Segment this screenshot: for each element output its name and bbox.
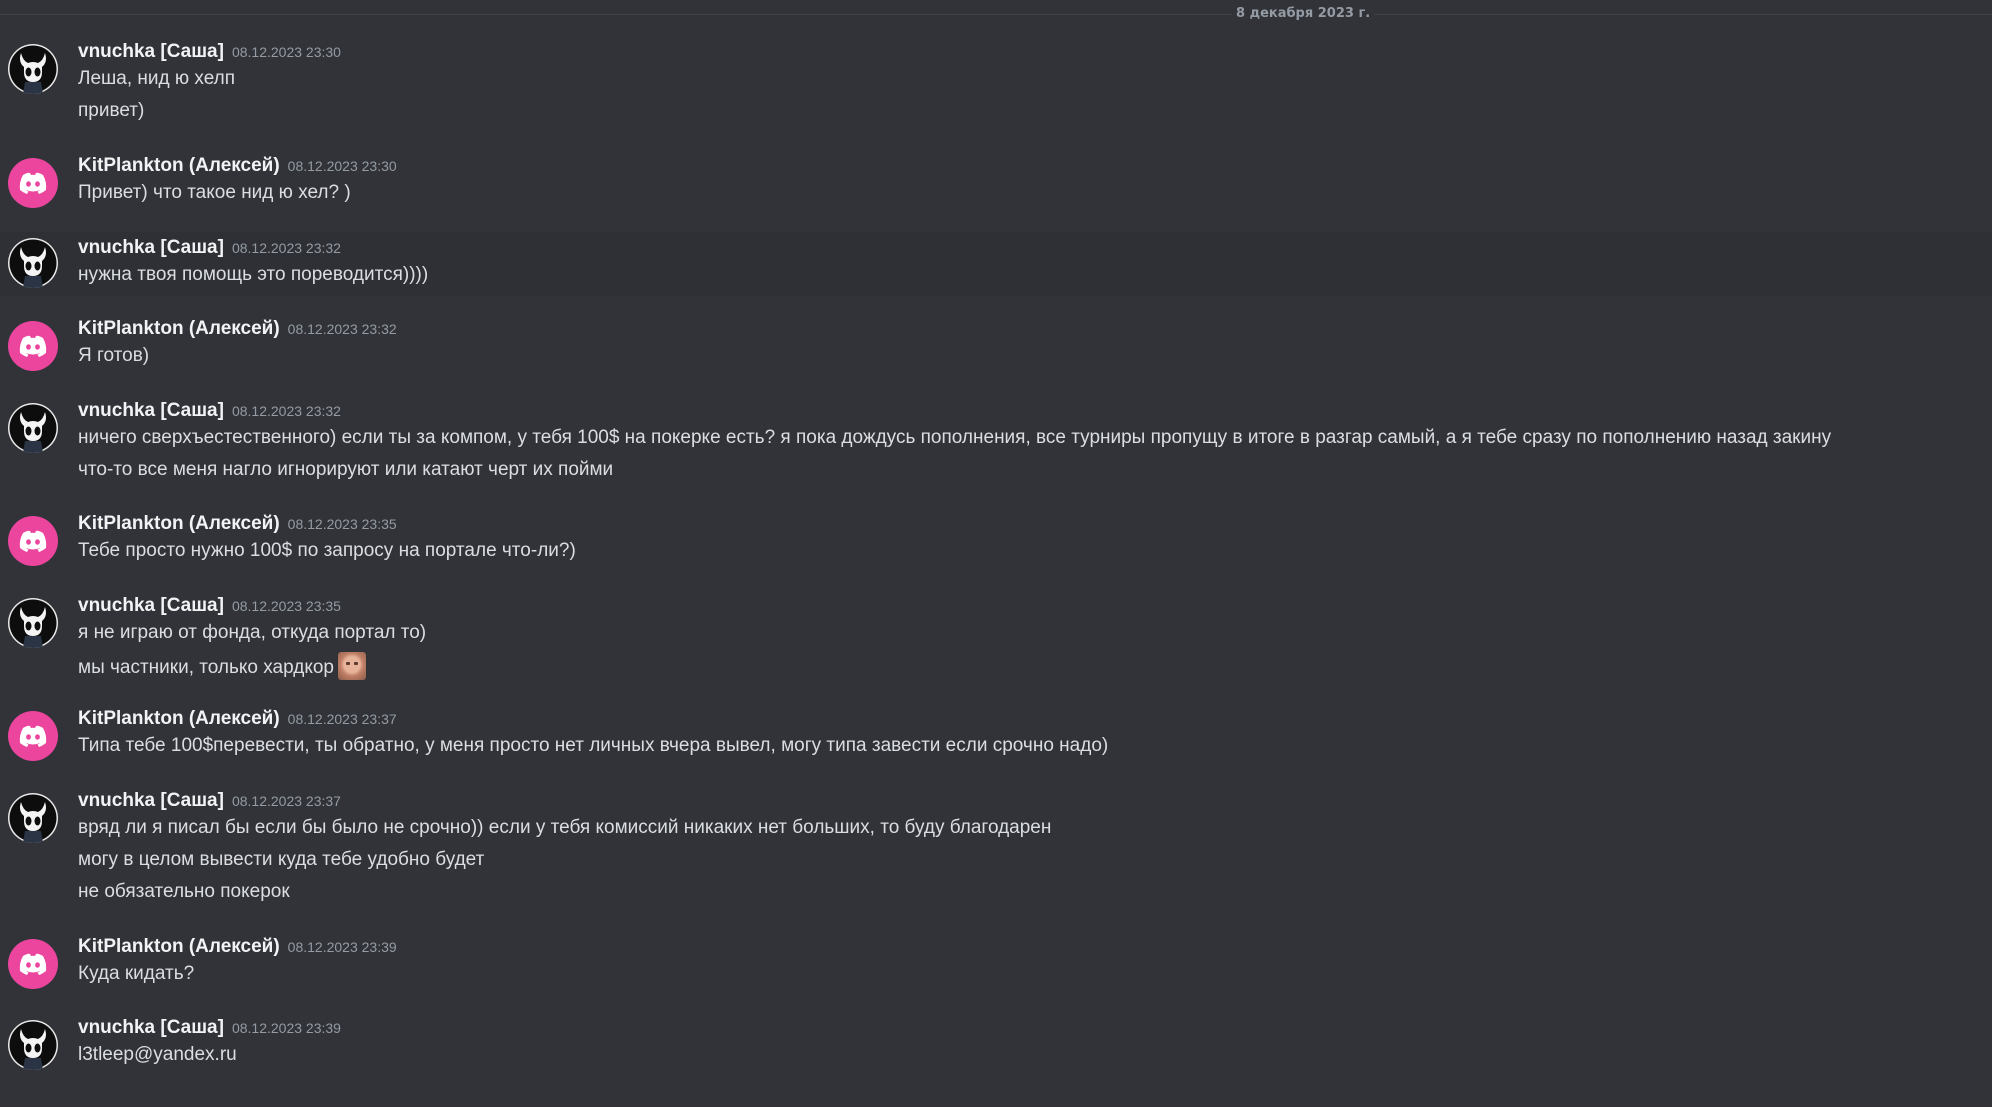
message[interactable]: vnuchka [Саша] 08.12.2023 23:32 ничего св… [0, 395, 1992, 491]
message-timestamp[interactable]: 08.12.2023 23:35 [232, 598, 341, 614]
hollow-knight-icon [20, 607, 46, 648]
message[interactable]: vnuchka [Саша] 08.12.2023 23:35 я не игра… [0, 590, 1992, 686]
message[interactable]: vnuchka [Саша] 08.12.2023 23:30 Леша, нид… [0, 36, 1992, 132]
message-author[interactable]: vnuchka [Саша] [78, 41, 224, 62]
avatar[interactable] [8, 238, 58, 288]
avatar[interactable] [8, 44, 58, 94]
avatar[interactable] [8, 158, 58, 208]
message-author[interactable]: vnuchka [Саша] [78, 237, 224, 258]
avatar[interactable] [8, 321, 58, 371]
chat-messages: 8 декабря 2023 г. vnuchka [Саша] 08.12.20… [0, 0, 1992, 1107]
message-text: Леша, нид ю хелп [78, 68, 236, 89]
message-text: Я готов) [78, 345, 150, 366]
message[interactable]: KitPlankton (Алексей) 08.12.2023 23:30 Пр… [0, 150, 1992, 214]
message[interactable]: vnuchka [Саша] 08.12.2023 23:32 нужна тво… [0, 232, 1992, 296]
message-text: могу в целом вывести куда тебе удобно бу… [78, 849, 485, 870]
custom-emoji-face-icon[interactable] [337, 652, 366, 680]
avatar[interactable] [8, 711, 58, 761]
avatar[interactable] [8, 939, 58, 989]
avatar[interactable] [8, 598, 58, 648]
message-text: что-то все меня нагло игнорируют или кат… [78, 459, 614, 480]
message-timestamp[interactable]: 08.12.2023 23:32 [232, 240, 341, 256]
discord-logo-icon [19, 335, 47, 357]
message[interactable]: KitPlankton (Алексей) 08.12.2023 23:39 Ку… [0, 931, 1992, 995]
message-author[interactable]: vnuchka [Саша] [78, 400, 224, 421]
hollow-knight-icon [20, 247, 46, 288]
message[interactable]: KitPlankton (Алексей) 08.12.2023 23:32 Я … [0, 313, 1992, 377]
message[interactable]: KitPlankton (Алексей) 08.12.2023 23:37 Ти… [0, 703, 1992, 767]
message[interactable]: KitPlankton (Алексей) 08.12.2023 23:35 Те… [0, 508, 1992, 572]
date-divider: 8 декабря 2023 г. [0, 6, 1992, 22]
message-author[interactable]: vnuchka [Саша] [78, 1017, 224, 1038]
message-timestamp[interactable]: 08.12.2023 23:30 [288, 158, 397, 174]
hollow-knight-icon [20, 802, 46, 843]
message-timestamp[interactable]: 08.12.2023 23:32 [288, 321, 397, 337]
message-text: ничего сверхъестественного) если ты за к… [78, 427, 1832, 448]
message-text: я не играю от фонда, откуда портал то) [78, 622, 427, 643]
message-text: Куда кидать? [78, 963, 195, 984]
message-timestamp[interactable]: 08.12.2023 23:37 [232, 793, 341, 809]
message-timestamp[interactable]: 08.12.2023 23:39 [288, 939, 397, 955]
message-text-with-emoji: мы частники, только хардкор [78, 652, 366, 681]
message-text: вряд ли я писал бы если бы было не срочн… [78, 817, 1052, 838]
message-text: мы частники, только хардкор [78, 657, 334, 678]
message-author[interactable]: KitPlankton (Алексей) [78, 936, 280, 957]
message-author[interactable]: vnuchka [Саша] [78, 790, 224, 811]
discord-logo-icon [19, 953, 47, 975]
hollow-knight-icon [20, 412, 46, 453]
message-timestamp[interactable]: 08.12.2023 23:37 [288, 711, 397, 727]
message-timestamp[interactable]: 08.12.2023 23:35 [288, 516, 397, 532]
message-text: Привет) что такое нид ю хел? ) [78, 182, 351, 203]
message-text: Тебе просто нужно 100$ по запросу на пор… [78, 540, 576, 561]
message[interactable]: vnuchka [Саша] 08.12.2023 23:39 l3tleep@y… [0, 1012, 1992, 1076]
message-author[interactable]: vnuchka [Саша] [78, 595, 224, 616]
hollow-knight-icon [20, 1029, 46, 1070]
message-author[interactable]: KitPlankton (Алексей) [78, 708, 280, 729]
message-text: Типа тебе 100$перевести, ты обратно, у м… [78, 735, 1109, 756]
message-timestamp[interactable]: 08.12.2023 23:32 [232, 403, 341, 419]
message-text: не обязательно покерок [78, 881, 290, 902]
discord-logo-icon [19, 172, 47, 194]
message-author[interactable]: KitPlankton (Алексей) [78, 155, 280, 176]
message-text: нужна твоя помощь это пореводится)))) [78, 264, 429, 285]
message-text: привет) [78, 100, 145, 121]
avatar[interactable] [8, 1020, 58, 1070]
message[interactable]: vnuchka [Саша] 08.12.2023 23:37 вряд ли я… [0, 785, 1992, 913]
hollow-knight-icon [20, 53, 46, 94]
message-timestamp[interactable]: 08.12.2023 23:39 [232, 1020, 341, 1036]
message-author[interactable]: KitPlankton (Алексей) [78, 318, 280, 339]
message-author[interactable]: KitPlankton (Алексей) [78, 513, 280, 534]
avatar[interactable] [8, 516, 58, 566]
message-timestamp[interactable]: 08.12.2023 23:30 [232, 44, 341, 60]
message-text[interactable]: l3tleep@yandex.ru [78, 1042, 237, 1068]
date-divider-label: 8 декабря 2023 г. [1232, 6, 1375, 22]
discord-logo-icon [19, 530, 47, 552]
avatar[interactable] [8, 403, 58, 453]
discord-logo-icon [19, 725, 47, 747]
avatar[interactable] [8, 793, 58, 843]
